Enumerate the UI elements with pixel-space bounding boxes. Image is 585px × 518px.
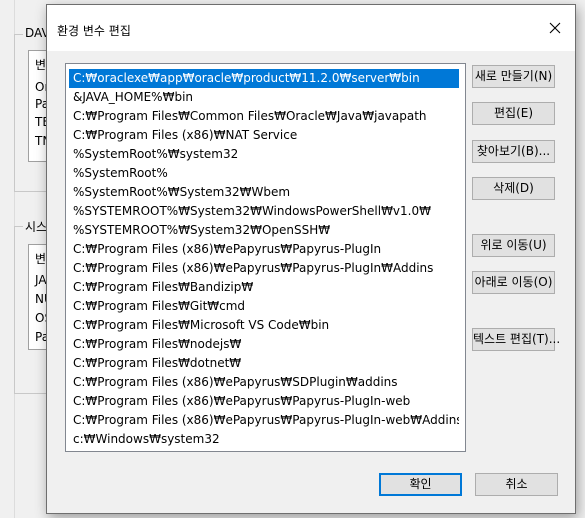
ok-button[interactable]: 확인: [379, 473, 462, 496]
move-up-button[interactable]: 위로 이동(U): [472, 234, 555, 257]
path-list-item[interactable]: %SystemRoot%₩System32₩Wbem: [69, 183, 459, 202]
path-list-item[interactable]: C:₩Program Files₩dotnet₩: [69, 354, 459, 373]
path-list[interactable]: C:₩oraclexe₩app₩oracle₩product₩11.2.0₩se…: [65, 63, 466, 452]
list-item[interactable]: JA: [35, 273, 47, 287]
path-list-item[interactable]: c:₩Windows₩system32: [69, 430, 459, 449]
browse-button[interactable]: 찾아보기(B)...: [472, 140, 555, 163]
path-list-item[interactable]: C:₩Program Files (x86)₩NAT Service: [69, 126, 459, 145]
path-list-item[interactable]: C:₩Program Files₩Git₩cmd: [69, 297, 459, 316]
path-list-item[interactable]: C:₩Program Files (x86)₩ePapyrus₩SDPlugin…: [69, 373, 459, 392]
edit-button[interactable]: 편집(E): [472, 102, 555, 125]
path-list-item[interactable]: %SystemRoot%: [69, 164, 459, 183]
dialog-title: 환경 변수 편집: [57, 24, 131, 38]
edit-text-button[interactable]: 텍스트 편집(T)...: [472, 328, 560, 351]
user-variables-header: 변: [35, 58, 47, 72]
path-list-item[interactable]: C:₩Program Files₩Common Files₩Oracle₩Jav…: [69, 107, 459, 126]
edit-environment-variable-dialog: 환경 변수 편집 C:₩oraclexe₩app₩oracle₩product₩…: [46, 4, 576, 514]
path-list-item[interactable]: C:₩Program Files (x86)₩ePapyrus₩Papyrus-…: [69, 259, 459, 278]
path-list-item[interactable]: C:₩Program Files₩nodejs₩: [69, 335, 459, 354]
path-list-item-selected[interactable]: C:₩oraclexe₩app₩oracle₩product₩11.2.0₩se…: [69, 69, 459, 88]
path-list-item[interactable]: %SYSTEMROOT%₩System32₩OpenSSH₩: [69, 221, 459, 240]
cancel-button[interactable]: 취소: [475, 473, 558, 496]
new-button[interactable]: 새로 만들기(N): [472, 65, 555, 88]
path-list-item[interactable]: C:₩Program Files₩Bandizip₩: [69, 278, 459, 297]
move-down-button[interactable]: 아래로 이동(O): [472, 271, 555, 294]
path-list-item[interactable]: &JAVA_HOME%₩bin: [69, 88, 459, 107]
path-list-item[interactable]: C:₩Program Files (x86)₩ePapyrus₩Papyrus-…: [69, 411, 459, 430]
path-list-item[interactable]: C:₩Program Files₩Microsoft VS Code₩bin: [69, 316, 459, 335]
title-bar[interactable]: 환경 변수 편집: [47, 5, 575, 51]
delete-button[interactable]: 삭제(D): [472, 177, 555, 200]
path-list-item[interactable]: %SYSTEMROOT%₩System32₩WindowsPowerShell₩…: [69, 202, 459, 221]
path-list-item[interactable]: C:₩Program Files (x86)₩ePapyrus₩Papyrus-…: [69, 392, 459, 411]
path-list-item[interactable]: %SystemRoot%₩system32: [69, 145, 459, 164]
close-icon: [549, 22, 561, 34]
system-variables-header: 변: [35, 252, 47, 266]
close-button[interactable]: [535, 5, 575, 51]
path-list-item[interactable]: C:₩Program Files (x86)₩ePapyrus₩Papyrus-…: [69, 240, 459, 259]
parent-window-edge: [0, 0, 15, 518]
